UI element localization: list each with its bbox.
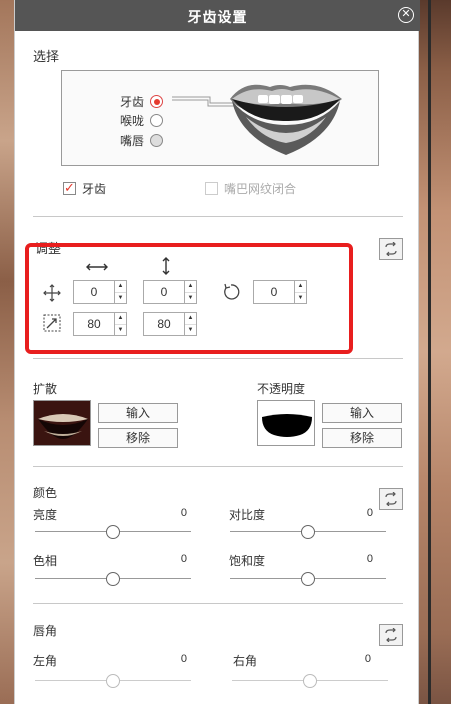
right-corner-label: 右角 (233, 654, 258, 668)
diffuse-remove-button[interactable]: 移除 (98, 428, 178, 448)
contrast-label: 对比度 (229, 508, 266, 522)
opacity-section-label: 不透明度 (257, 382, 306, 396)
color-section-label: 颜色 (33, 486, 58, 500)
diffuse-import-button[interactable]: 输入 (98, 403, 178, 423)
teeth-checkbox-row[interactable]: 牙齿 (63, 180, 106, 197)
left-corner-slider-knob[interactable] (106, 674, 120, 688)
lip-corner-section-label: 唇角 (33, 624, 58, 638)
swap-icon (385, 628, 397, 642)
radio-button-teeth[interactable] (150, 95, 163, 108)
swap-icon (385, 242, 397, 256)
hue-slider-knob[interactable] (106, 572, 120, 586)
opacity-thumbnail (257, 400, 315, 446)
saturation-label: 饱和度 (229, 554, 266, 568)
opacity-remove-button[interactable]: 移除 (322, 428, 402, 448)
brightness-label: 亮度 (33, 508, 58, 522)
lip-corner-reset-button[interactable] (379, 624, 403, 646)
right-corner-slider[interactable] (232, 674, 388, 688)
contrast-value: 0 (366, 507, 373, 519)
window-title: 牙齿设置 (187, 9, 248, 25)
left-corner-slider[interactable] (35, 674, 191, 688)
hue-label: 色相 (33, 554, 58, 568)
contrast-slider[interactable] (230, 525, 386, 539)
divider (33, 358, 403, 359)
hue-slider[interactable] (35, 572, 191, 586)
brightness-slider[interactable] (35, 525, 191, 539)
saturation-value: 0 (366, 553, 373, 565)
mouth-illustration (172, 84, 342, 155)
background-photo-right (419, 0, 451, 704)
select-section-label: 选择 (33, 49, 60, 64)
background-divider (428, 0, 431, 704)
title-bar: 牙齿设置 ✕ (15, 0, 420, 31)
teeth-checkbox[interactable] (63, 180, 76, 196)
right-corner-value: 0 (364, 653, 371, 665)
background-photo-left (0, 0, 14, 704)
saturation-slider[interactable] (230, 572, 386, 586)
radio-option-throat[interactable]: 喉咙 (120, 112, 163, 129)
brightness-slider-knob[interactable] (106, 525, 120, 539)
adjust-reset-button[interactable] (379, 238, 403, 260)
radio-label-throat: 喉咙 (120, 114, 145, 128)
diffuse-section-label: 扩散 (33, 382, 58, 396)
mouth-closed-checkbox[interactable] (205, 182, 218, 195)
radio-button-throat[interactable] (150, 114, 163, 127)
hue-value: 0 (180, 553, 187, 565)
divider (33, 216, 403, 217)
brightness-value: 0 (180, 507, 187, 519)
swap-icon (385, 492, 397, 506)
radio-option-teeth[interactable]: 牙齿 (120, 93, 163, 110)
opacity-import-button[interactable]: 输入 (322, 403, 402, 423)
mouth-closed-checkbox-row[interactable]: 嘴巴网纹闭合 (205, 180, 296, 197)
color-reset-button[interactable] (379, 488, 403, 510)
select-preview-box: 牙齿 喉咙 嘴唇 (61, 70, 379, 166)
divider (33, 466, 403, 467)
radio-option-lips[interactable]: 嘴唇 (120, 132, 163, 149)
diffuse-thumbnail (33, 400, 91, 446)
contrast-slider-knob[interactable] (301, 525, 315, 539)
left-corner-label: 左角 (33, 654, 58, 668)
divider (33, 603, 403, 604)
teeth-checkbox-label: 牙齿 (82, 182, 107, 196)
close-icon[interactable]: ✕ (398, 7, 414, 23)
radio-label-lips: 嘴唇 (120, 134, 145, 148)
right-corner-slider-knob[interactable] (303, 674, 317, 688)
red-highlight-box (25, 243, 353, 354)
teeth-settings-panel: 牙齿设置 ✕ 选择 牙齿 喉咙 嘴唇 ✓ 牙齿 嘴巴网纹闭合 调整 0 ▲ ▼ … (14, 0, 420, 704)
left-corner-value: 0 (180, 653, 187, 665)
radio-label-teeth: 牙齿 (120, 95, 145, 109)
mouth-closed-checkbox-label: 嘴巴网纹闭合 (224, 182, 297, 196)
radio-button-lips[interactable] (150, 134, 163, 147)
saturation-slider-knob[interactable] (301, 572, 315, 586)
